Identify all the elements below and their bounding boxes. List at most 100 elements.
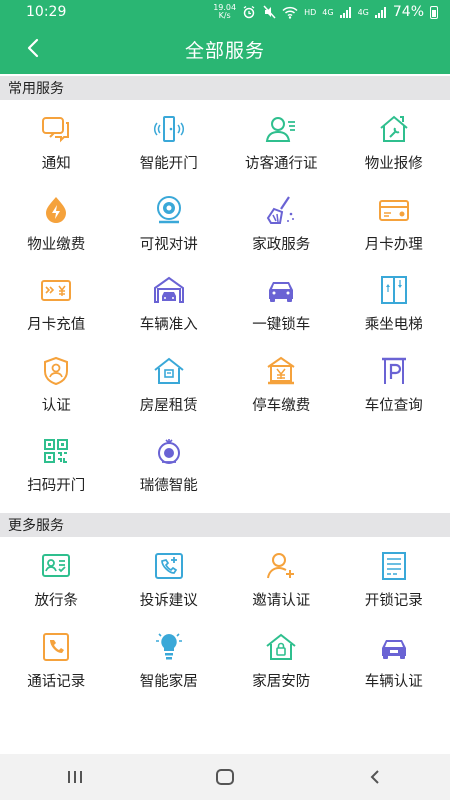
service-item[interactable]: 扫码开门 xyxy=(0,424,113,505)
service-label: 家居安防 xyxy=(252,673,311,690)
monthly-card-icon xyxy=(378,199,409,221)
vehicle-access-icon xyxy=(153,276,184,303)
service-label: 月卡充值 xyxy=(27,317,86,333)
lock-car-icon xyxy=(269,282,294,302)
service-label: 乘坐电梯 xyxy=(364,317,423,333)
elevator-icon xyxy=(380,276,407,304)
invite-user-icon xyxy=(267,553,295,579)
video-intercom-icon xyxy=(156,195,181,223)
notification-icon xyxy=(42,117,70,143)
service-item[interactable]: 瑞德智能 xyxy=(113,424,226,505)
service-label: 智能家居 xyxy=(139,673,198,690)
service-item[interactable]: 一键锁车 xyxy=(225,263,338,344)
service-label: 家政服务 xyxy=(252,236,311,253)
service-label: 可视对讲 xyxy=(139,236,198,253)
service-label: 月卡办理 xyxy=(364,236,423,253)
ruide-smart-icon xyxy=(157,439,180,464)
wifi-icon xyxy=(282,6,298,19)
recent-apps-button[interactable] xyxy=(45,757,105,797)
signal1-label: 4G xyxy=(322,7,334,17)
service-item[interactable]: 邀请认证 xyxy=(225,539,338,620)
service-label: 开锁记录 xyxy=(364,593,423,609)
parking-payment-icon xyxy=(267,356,295,384)
service-item[interactable]: 家居安防 xyxy=(225,620,338,701)
visitor-pass-icon xyxy=(266,117,296,142)
mute-icon xyxy=(263,5,276,19)
service-item[interactable]: 物业报修 xyxy=(338,102,450,183)
service-item[interactable]: 车辆准入 xyxy=(113,263,226,344)
service-label: 智能开门 xyxy=(139,156,198,172)
section-header-common: 常用服务 xyxy=(0,76,450,100)
smart-home-icon xyxy=(155,632,182,659)
hd-label: HD xyxy=(304,7,317,17)
service-item[interactable]: 家政服务 xyxy=(225,183,338,264)
service-item[interactable]: 停车缴费 xyxy=(225,344,338,425)
service-label: 车位查询 xyxy=(364,397,423,414)
car-certification-icon xyxy=(381,639,406,659)
home-security-icon xyxy=(266,633,296,660)
property-repair-icon xyxy=(380,115,408,142)
recent-apps-icon xyxy=(68,771,82,783)
service-item[interactable]: 车辆认证 xyxy=(338,620,450,701)
battery-icon xyxy=(430,5,438,19)
back-button[interactable] xyxy=(345,757,405,797)
service-item[interactable]: 智能开门 xyxy=(113,102,226,183)
complaint-icon xyxy=(154,553,183,579)
status-bar: 10:29 19.04 K/s HD 4G 4G 74% xyxy=(0,0,450,24)
house-rental-icon xyxy=(154,357,184,384)
service-item[interactable]: 认证 xyxy=(0,344,113,425)
alarm-icon xyxy=(243,5,255,19)
system-nav-bar xyxy=(0,754,450,800)
service-item[interactable]: 车位查询 xyxy=(338,344,450,425)
service-label: 通话记录 xyxy=(27,673,86,690)
housekeeping-icon xyxy=(267,195,295,224)
card-recharge-icon xyxy=(41,280,72,301)
service-label: 投诉建议 xyxy=(139,593,198,609)
common-services-grid: 通知 智能开门 访客通行证 物业报修 物业缴费 可视对讲 家政服务 月卡办理 月… xyxy=(0,102,450,505)
status-time: 10:29 xyxy=(26,4,67,20)
service-label: 扫码开门 xyxy=(27,478,86,494)
home-button[interactable] xyxy=(195,757,255,797)
service-item[interactable]: 智能家居 xyxy=(113,620,226,701)
call-record-icon xyxy=(43,632,70,661)
service-item[interactable]: 可视对讲 xyxy=(113,183,226,264)
app-bar: 全部服务 xyxy=(0,24,450,74)
service-item[interactable]: 投诉建议 xyxy=(113,539,226,620)
service-item[interactable]: 月卡办理 xyxy=(338,183,450,264)
service-label: 邀请认证 xyxy=(252,593,311,609)
more-services-grid: 放行条 投诉建议 邀请认证 开锁记录 通话记录 智能家居 家居安防 车辆认证 xyxy=(0,539,450,700)
certification-icon xyxy=(44,356,69,385)
section-header-more: 更多服务 xyxy=(0,513,450,537)
qr-code-icon xyxy=(44,439,69,463)
service-item[interactable]: 放行条 xyxy=(0,539,113,620)
service-label: 物业报修 xyxy=(364,156,423,172)
service-label: 停车缴费 xyxy=(252,397,311,414)
property-payment-icon xyxy=(46,196,67,223)
back-arrow-icon[interactable] xyxy=(22,36,46,60)
service-label: 房屋租赁 xyxy=(139,397,198,414)
signal2-label: 4G xyxy=(357,7,369,17)
parking-query-icon xyxy=(381,357,406,384)
battery-percent: 74% xyxy=(392,4,424,20)
smart-door-icon xyxy=(153,116,184,142)
service-item[interactable]: 开锁记录 xyxy=(338,539,450,620)
signal-icon xyxy=(374,6,386,18)
unlock-record-icon xyxy=(381,552,406,580)
service-label: 车辆准入 xyxy=(139,317,198,333)
status-icons: 19.04 K/s HD 4G 4G 74% xyxy=(213,4,438,20)
net-speed: 19.04 K/s xyxy=(213,4,236,20)
signal-icon xyxy=(339,6,351,18)
service-label: 访客通行证 xyxy=(245,156,318,172)
service-item[interactable]: 访客通行证 xyxy=(225,102,338,183)
page-title: 全部服务 xyxy=(184,39,265,62)
service-item[interactable]: 月卡充值 xyxy=(0,263,113,344)
service-label: 车辆认证 xyxy=(364,673,423,690)
service-label: 认证 xyxy=(41,397,71,414)
service-item[interactable]: 通话记录 xyxy=(0,620,113,701)
service-item[interactable]: 通知 xyxy=(0,102,113,183)
service-label: 瑞德智能 xyxy=(139,478,198,494)
service-label: 物业缴费 xyxy=(27,236,86,253)
service-item[interactable]: 房屋租赁 xyxy=(113,344,226,425)
service-item[interactable]: 物业缴费 xyxy=(0,183,113,264)
service-item[interactable]: 乘坐电梯 xyxy=(338,263,450,344)
